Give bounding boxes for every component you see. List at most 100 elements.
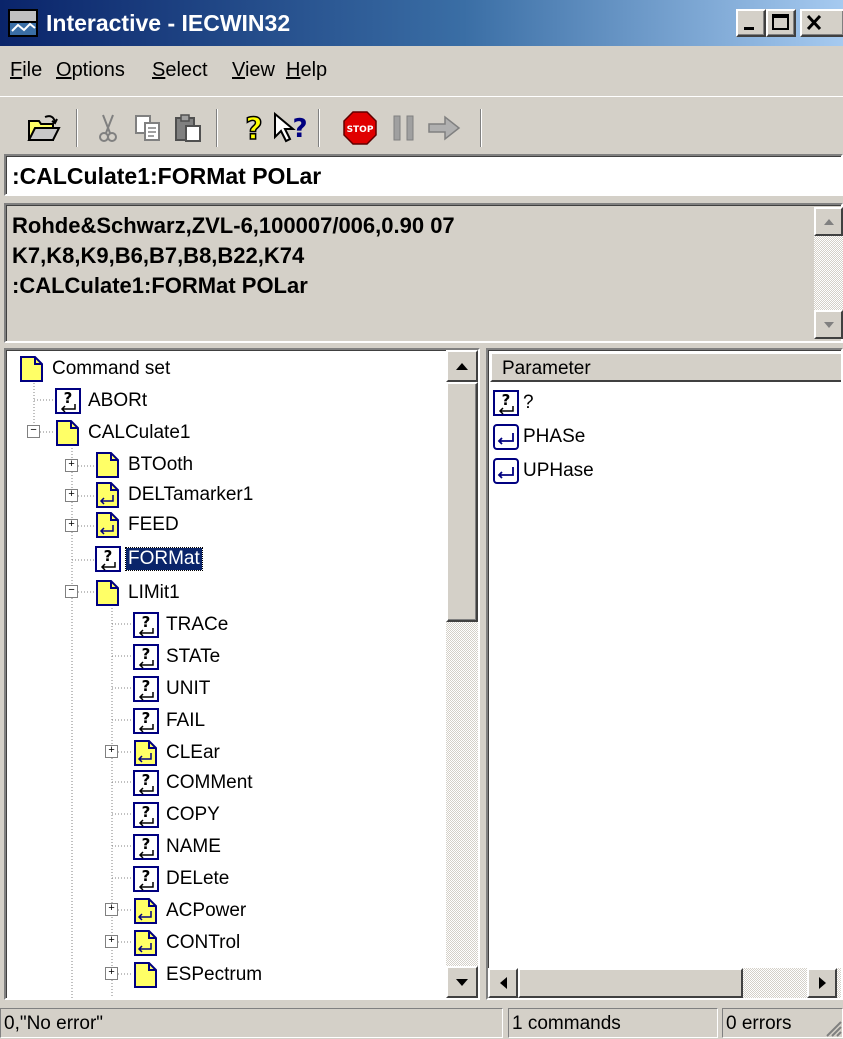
selected-node-label: FORMat [125,547,203,571]
close-button[interactable] [800,9,843,37]
toolbar-separator [480,109,482,147]
query-command-icon: ? [133,644,159,670]
scroll-down-button[interactable] [814,310,843,339]
svg-text:?: ? [64,389,73,407]
query-command-icon: ? [95,546,121,572]
output-line: K7,K8,K9,B6,B7,B8,B22,K74 [12,243,305,268]
scroll-up-button[interactable] [446,350,478,382]
scrollbar-thumb[interactable] [446,382,478,622]
paste-button[interactable] [170,110,206,146]
scrollbar-thumb[interactable] [518,968,743,998]
svg-text:?: ? [142,677,151,695]
copy-button[interactable] [130,110,166,146]
iecwin-app-icon [8,9,38,37]
cut-button[interactable] [90,110,126,146]
scroll-left-button[interactable] [488,968,518,998]
window-title: Interactive - IECWIN32 [46,10,291,36]
status-command-count: 1 commands [508,1008,718,1038]
cut-icon [99,114,117,142]
query-command-icon: ? [133,834,159,860]
output-vertical-scrollbar[interactable] [814,207,843,339]
pause-icon [393,115,414,141]
collapse-toggle[interactable]: − [65,585,78,598]
context-help-button[interactable]: ? [272,110,308,146]
folder-icon [134,962,157,988]
folder-icon [20,356,43,382]
output-line: Rohde&Schwarz,ZVL-6,100007/006,0.90 07 [12,213,455,238]
query-command-icon: ? [133,866,159,892]
svg-text:?: ? [142,709,151,727]
tree-vertical-scrollbar[interactable] [446,350,478,998]
menu-bar: File Options Select View Help [0,48,843,92]
arrow-right-icon [818,977,826,989]
svg-text:?: ? [142,771,151,789]
context-help-icon: ? [274,111,308,144]
menu-select[interactable]: Select [152,59,208,82]
open-button[interactable] [26,110,62,146]
scroll-right-button[interactable] [807,968,837,998]
collapse-toggle[interactable]: − [27,425,40,438]
query-command-icon: ? [55,388,81,414]
query-icon: ? [493,390,519,416]
toolbar: ? ? STOP [0,96,843,156]
expand-toggle[interactable]: + [65,519,78,532]
minimize-icon [744,27,754,30]
query-command-icon: ? [133,708,159,734]
title-bar[interactable]: Interactive - IECWIN32 [0,0,843,46]
expand-toggle[interactable]: + [105,903,118,916]
help-icon: ? [245,111,264,145]
arrow-up-icon [456,362,468,370]
expand-toggle[interactable]: + [65,459,78,472]
response-output[interactable]: Rohde&Schwarz,ZVL-6,100007/006,0.90 07 K… [4,203,843,343]
expand-toggle[interactable]: + [105,967,118,980]
expand-toggle[interactable]: + [65,489,78,502]
resize-grip-icon[interactable] [824,1019,842,1037]
command-tree[interactable]: Command set ? ABORt − CALCulate1 + BTOot… [4,348,480,1000]
svg-text:?: ? [142,613,151,631]
svg-text:?: ? [104,547,113,565]
parameter-horizontal-scrollbar[interactable] [488,968,841,998]
folder-setting-icon [96,512,119,538]
expand-toggle[interactable]: + [105,935,118,948]
svg-text:?: ? [245,112,262,145]
tree-root-label: Command set [52,358,171,379]
status-message: 0,"No error" [0,1008,503,1038]
toolbar-separator [76,109,78,147]
arrow-left-icon [499,977,507,989]
parameter-list[interactable]: Parameter ? ? PHASe UPHase [486,348,843,1000]
query-command-icon: ? [133,612,159,638]
close-icon [806,14,822,31]
arrow-down-icon [456,978,468,986]
maximize-button[interactable] [766,9,796,37]
help-button[interactable]: ? [236,110,272,146]
menu-view[interactable]: View [232,59,275,82]
menu-file[interactable]: File [10,59,42,82]
menu-options[interactable]: Options [56,59,125,82]
menu-help[interactable]: Help [286,59,327,82]
scroll-up-button[interactable] [814,207,843,236]
svg-text:?: ? [142,803,151,821]
pause-button[interactable] [386,110,422,146]
arrow-up-icon [823,218,834,225]
scroll-down-button[interactable] [446,966,478,998]
toolbar-separator [216,109,218,147]
svg-text:STOP: STOP [347,125,374,135]
command-input[interactable]: :CALCulate1:FORMat POLar [4,154,843,196]
enter-icon [493,424,519,450]
paste-icon [175,114,201,142]
run-button[interactable] [426,110,462,146]
app-window: Interactive - IECWIN32 File Options Sele… [0,0,843,1039]
arrow-down-icon [823,321,834,328]
parameter-column-header[interactable]: Parameter [490,352,841,382]
svg-text:?: ? [142,835,151,853]
expand-toggle[interactable]: + [105,745,118,758]
folder-setting-icon [134,930,157,956]
svg-text:?: ? [502,391,511,409]
minimize-button[interactable] [736,9,766,37]
folder-icon [96,452,119,478]
folder-setting-icon [134,898,157,924]
toolbar-separator [318,109,320,147]
query-command-icon: ? [133,770,159,796]
stop-button[interactable]: STOP [342,110,378,146]
folder-setting-icon [96,482,119,508]
